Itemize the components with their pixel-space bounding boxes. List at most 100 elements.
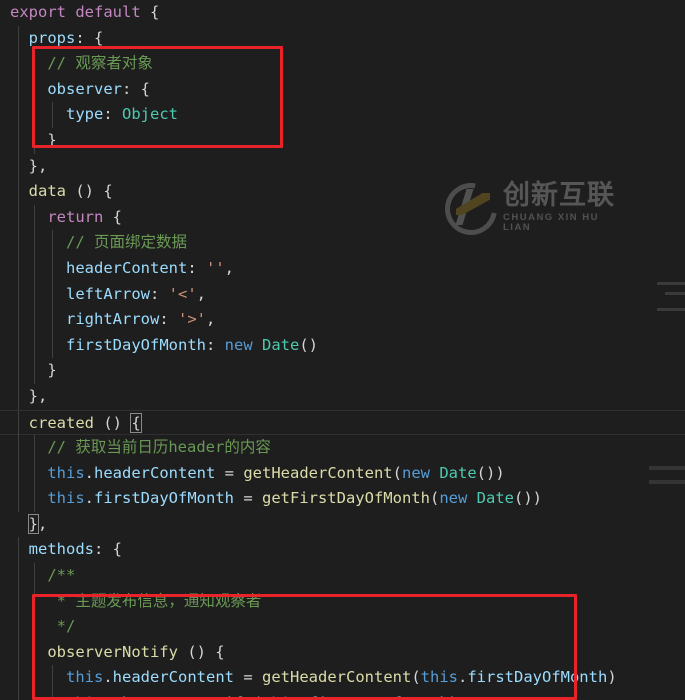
code-line[interactable]: // 观察者对象: [0, 51, 685, 77]
overview-ruler-mark: [665, 292, 685, 295]
code-token: {: [130, 412, 142, 433]
code-line[interactable]: methods: {: [0, 537, 685, 564]
code-token: data: [28, 182, 66, 201]
code-token: (): [299, 335, 318, 354]
code-line-text: this.headerContent = getHeaderContent(th…: [10, 668, 617, 686]
code-line-text: leftArrow: '<',: [10, 285, 206, 303]
code-token: }: [10, 361, 57, 380]
code-line[interactable]: },: [0, 153, 685, 180]
code-line-text: props: {: [10, 29, 104, 47]
code-line[interactable]: // 获取当前日历header的内容: [0, 435, 685, 461]
code-token: // 页面绑定数据: [66, 233, 187, 252]
code-token: type: [66, 105, 104, 124]
code-line[interactable]: * 主题发布信息，通知观察者: [0, 588, 685, 615]
code-line[interactable]: }: [0, 127, 685, 154]
code-token: =: [215, 463, 244, 482]
code-line[interactable]: this.headerContent = getHeaderContent(th…: [0, 665, 685, 692]
code-token: },: [10, 156, 48, 175]
code-content[interactable]: export default { props: { // 观察者对象 obser…: [0, 0, 685, 700]
code-line-text: headerContent: '',: [10, 259, 234, 277]
code-line[interactable]: // 页面绑定数据: [0, 230, 685, 256]
code-token: /**: [47, 566, 76, 585]
code-token: .: [103, 694, 112, 700]
code-line[interactable]: this.observer.notify(this.firstDayOfMont…: [0, 691, 685, 700]
code-line-text: created () {: [10, 412, 142, 433]
code-token: ): [449, 694, 458, 700]
code-token: },: [10, 386, 48, 405]
code-line[interactable]: this.firstDayOfMonth = getFirstDayOfMont…: [0, 486, 685, 512]
code-token: {: [103, 207, 122, 226]
code-line[interactable]: },: [0, 383, 685, 410]
code-token: '': [206, 258, 225, 277]
code-token: {: [140, 3, 160, 21]
code-token: getHeaderContent: [243, 463, 393, 482]
code-token: created: [28, 413, 94, 432]
code-token: : {: [121, 79, 150, 98]
code-token: getHeaderContent: [262, 668, 412, 687]
code-token: default: [75, 3, 141, 21]
code-line[interactable]: props: {: [0, 25, 685, 52]
code-token: Date: [439, 463, 477, 482]
code-line[interactable]: data () {: [0, 179, 685, 205]
code-token: leftArrow: [66, 284, 150, 303]
code-line-text: /**: [10, 566, 75, 584]
code-line[interactable]: leftArrow: '<',: [0, 281, 685, 308]
code-line[interactable]: */: [0, 614, 685, 640]
code-line[interactable]: return {: [0, 204, 685, 231]
code-token: =: [234, 668, 262, 687]
code-token: .: [187, 694, 196, 700]
code-token: :: [159, 310, 178, 329]
code-line[interactable]: created () {: [0, 409, 685, 437]
code-token: firstDayOfMonth: [467, 668, 608, 687]
code-token: new: [439, 489, 468, 508]
code-line[interactable]: this.headerContent = getHeaderContent(ne…: [0, 460, 685, 487]
code-token: new: [224, 335, 253, 354]
code-token: methods: [28, 540, 94, 559]
code-line-text: },: [10, 156, 48, 175]
code-line[interactable]: export default {: [0, 0, 685, 26]
code-token: '<': [168, 284, 197, 303]
scrollbar-mark[interactable]: [649, 466, 685, 470]
code-token: :: [150, 284, 169, 303]
code-editor-viewport[interactable]: 创新互联 CHUANG XIN HU LIAN export default {…: [0, 0, 685, 700]
code-token: .: [84, 489, 94, 508]
code-line[interactable]: type: Object: [0, 102, 685, 128]
code-token: ): [607, 668, 617, 687]
scrollbar-mark[interactable]: [649, 480, 685, 484]
code-line[interactable]: observerNotify () {: [0, 639, 685, 666]
code-line[interactable]: /**: [0, 563, 685, 589]
code-token: this: [66, 668, 104, 687]
code-token: .: [457, 668, 468, 687]
code-line-text: methods: {: [10, 540, 122, 558]
code-token: this: [66, 694, 103, 700]
code-token: this: [420, 668, 458, 687]
code-token: ,: [38, 514, 48, 533]
code-line-text: // 页面绑定数据: [10, 233, 187, 251]
code-token: :: [103, 105, 122, 124]
code-token: =: [233, 489, 262, 508]
code-line-text: this.headerContent = getHeaderContent(ne…: [10, 463, 505, 482]
code-line[interactable]: observer: {: [0, 76, 685, 103]
code-token: (: [392, 463, 402, 482]
code-line[interactable]: rightArrow: '>',: [0, 307, 685, 333]
code-line[interactable]: },: [0, 512, 685, 538]
code-token: ()): [476, 463, 505, 482]
code-line[interactable]: firstDayOfMonth: new Date(): [0, 332, 685, 359]
code-line[interactable]: headerContent: '',: [0, 255, 685, 282]
code-token: .: [103, 668, 113, 687]
code-line-text: */: [10, 617, 76, 635]
code-line[interactable]: }: [0, 358, 685, 384]
code-line-text: this.firstDayOfMonth = getFirstDayOfMont…: [10, 489, 542, 507]
code-token: headerContent: [112, 668, 234, 687]
code-token: : {: [94, 540, 122, 559]
